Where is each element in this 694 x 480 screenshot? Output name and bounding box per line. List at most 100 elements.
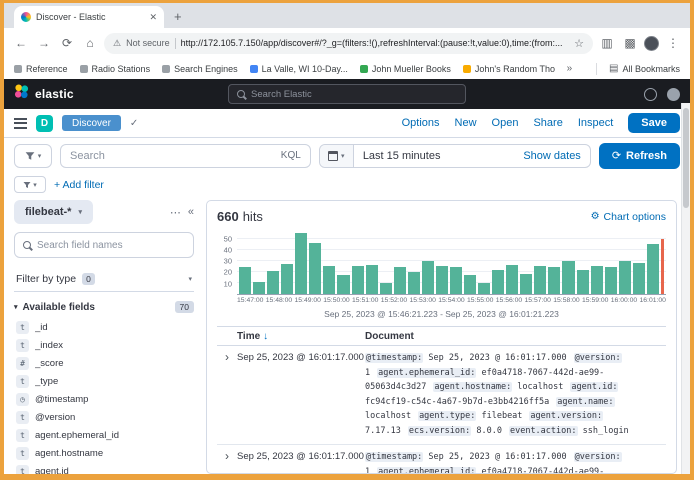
bookmark-item[interactable]: La Valle, WI 10-Day... xyxy=(250,64,348,74)
bookmarks-overflow-icon[interactable]: » xyxy=(567,63,573,74)
histogram-current-bucket-bar[interactable] xyxy=(661,239,664,294)
field-search-wrap[interactable] xyxy=(14,232,194,258)
histogram-bar[interactable] xyxy=(253,282,265,294)
index-options-icon[interactable]: ⋯ xyxy=(170,206,181,219)
available-fields-header[interactable]: ▾ Available fields 70 xyxy=(14,301,194,313)
histogram-bar[interactable] xyxy=(520,274,532,294)
nav-link-options[interactable]: Options xyxy=(402,117,440,129)
histogram-bar[interactable] xyxy=(450,267,462,294)
histogram-bar[interactable] xyxy=(548,267,560,294)
bookmark-item[interactable]: Reference xyxy=(14,64,68,74)
field-item-_index[interactable]: t_index xyxy=(14,336,194,354)
histogram-bar[interactable] xyxy=(534,266,546,294)
browser-tab[interactable]: Discover - Elastic ✕ xyxy=(14,6,164,28)
field-item-agent.id[interactable]: tagent.id xyxy=(14,462,194,474)
histogram-bar[interactable] xyxy=(239,267,251,294)
histogram-bar[interactable] xyxy=(422,261,434,294)
nav-link-share[interactable]: Share xyxy=(533,117,562,129)
histogram-bar[interactable] xyxy=(436,266,448,294)
histogram-bar[interactable] xyxy=(562,261,574,294)
field-search-input[interactable] xyxy=(37,240,185,251)
sort-descending-icon[interactable]: ↓ xyxy=(263,331,268,342)
global-search[interactable] xyxy=(228,84,466,104)
bookmark-item[interactable]: Search Engines xyxy=(162,64,238,74)
page-scrollbar[interactable] xyxy=(681,103,690,474)
extensions-puzzle-icon[interactable]: ▩ xyxy=(621,36,639,50)
nav-link-inspect[interactable]: Inspect xyxy=(578,117,613,129)
nav-link-open[interactable]: Open xyxy=(492,117,519,129)
side-panel-icon[interactable]: ▥ xyxy=(598,36,616,50)
histogram-bar[interactable] xyxy=(633,263,645,294)
expand-row-icon[interactable]: › xyxy=(217,351,237,438)
field-item-@timestamp[interactable]: ◷@timestamp xyxy=(14,390,194,408)
query-search-input[interactable] xyxy=(70,150,275,162)
breadcrumb-discover[interactable]: Discover xyxy=(62,115,121,131)
refresh-button[interactable]: ⟳ Refresh xyxy=(599,143,680,169)
histogram-bar[interactable] xyxy=(464,275,476,294)
save-button[interactable]: Save xyxy=(628,113,680,133)
back-icon[interactable]: ← xyxy=(12,36,30,50)
field-item-agent.ephemeral_id[interactable]: tagent.ephemeral_id xyxy=(14,426,194,444)
field-item-@version[interactable]: t@version xyxy=(14,408,194,426)
bookmark-item[interactable]: Radio Stations xyxy=(80,64,151,74)
collapse-sidebar-icon[interactable]: « xyxy=(188,206,194,218)
histogram-bar[interactable] xyxy=(366,265,378,294)
time-range-label[interactable]: Last 15 minutes xyxy=(363,150,441,162)
new-tab-button[interactable]: + xyxy=(174,9,182,24)
histogram-bar[interactable] xyxy=(394,267,406,294)
histogram-bar[interactable] xyxy=(281,264,293,294)
histogram-bar[interactable] xyxy=(492,270,504,294)
bookmark-item[interactable]: John Mueller Books xyxy=(360,64,451,74)
forward-icon[interactable]: → xyxy=(35,36,53,50)
filter-set-menu-button[interactable]: ▾ xyxy=(14,176,46,193)
chart-options-button[interactable]: ⚙ Chart options xyxy=(591,211,666,223)
histogram-bar[interactable] xyxy=(380,283,392,294)
nav-link-new[interactable]: New xyxy=(455,117,477,129)
show-dates-button[interactable]: Show dates xyxy=(523,150,580,162)
time-column-header[interactable]: Time ↓ xyxy=(237,331,365,342)
histogram-bar[interactable] xyxy=(408,272,420,294)
index-pattern-switcher[interactable]: filebeat-* ▾ xyxy=(14,200,93,224)
date-picker-menu-button[interactable]: ▾ xyxy=(320,145,354,167)
query-input-wrap[interactable]: KQL xyxy=(60,144,311,168)
field-item-_id[interactable]: t_id xyxy=(14,318,194,336)
filter-by-type-toggle[interactable]: Filter by type 0 ▾ xyxy=(14,266,194,292)
scrollbar-thumb[interactable] xyxy=(683,108,689,208)
home-icon[interactable]: ⌂ xyxy=(81,36,99,50)
histogram-bar[interactable] xyxy=(605,267,617,294)
global-search-input[interactable] xyxy=(251,89,457,100)
address-bar[interactable]: ⚠ Not secure http://172.105.7.150/app/di… xyxy=(104,33,593,54)
saved-query-menu-button[interactable]: ▾ xyxy=(14,144,52,168)
kql-language-button[interactable]: KQL xyxy=(281,150,301,161)
histogram-bar[interactable] xyxy=(309,243,321,294)
user-menu-icon[interactable] xyxy=(667,88,680,101)
histogram-bar[interactable] xyxy=(337,275,349,294)
histogram-bar[interactable] xyxy=(267,271,279,294)
add-filter-button[interactable]: + Add filter xyxy=(54,179,104,191)
main-menu-icon[interactable] xyxy=(14,118,27,129)
space-badge[interactable]: D xyxy=(36,115,53,132)
all-bookmarks-button[interactable]: ▤ All Bookmarks xyxy=(609,63,680,74)
field-item-_score[interactable]: #_score xyxy=(14,354,194,372)
field-item-_type[interactable]: t_type xyxy=(14,372,194,390)
tab-close-icon[interactable]: ✕ xyxy=(149,12,157,23)
elastic-logo[interactable] xyxy=(14,84,29,104)
field-item-agent.hostname[interactable]: tagent.hostname xyxy=(14,444,194,462)
bookmark-star-icon[interactable]: ☆ xyxy=(574,37,584,50)
histogram-bar[interactable] xyxy=(506,265,518,294)
not-secure-warning-icon[interactable]: ⚠ xyxy=(113,38,121,49)
expand-row-icon[interactable]: › xyxy=(217,450,237,473)
bookmark-item[interactable]: John's Random Tho... xyxy=(463,64,555,74)
histogram-bar[interactable] xyxy=(295,233,307,294)
histogram-bar[interactable] xyxy=(591,266,603,294)
histogram-bar[interactable] xyxy=(352,266,364,294)
kebab-menu-icon[interactable]: ⋮ xyxy=(664,36,682,50)
profile-avatar[interactable] xyxy=(644,36,659,51)
reload-icon[interactable]: ⟳ xyxy=(58,36,76,50)
histogram-bar[interactable] xyxy=(478,283,490,294)
histogram-bar[interactable] xyxy=(619,261,631,294)
histogram-bar[interactable] xyxy=(577,270,589,294)
histogram-bar[interactable] xyxy=(647,244,659,294)
histogram-bar[interactable] xyxy=(323,266,335,294)
newsfeed-icon[interactable] xyxy=(644,88,657,101)
